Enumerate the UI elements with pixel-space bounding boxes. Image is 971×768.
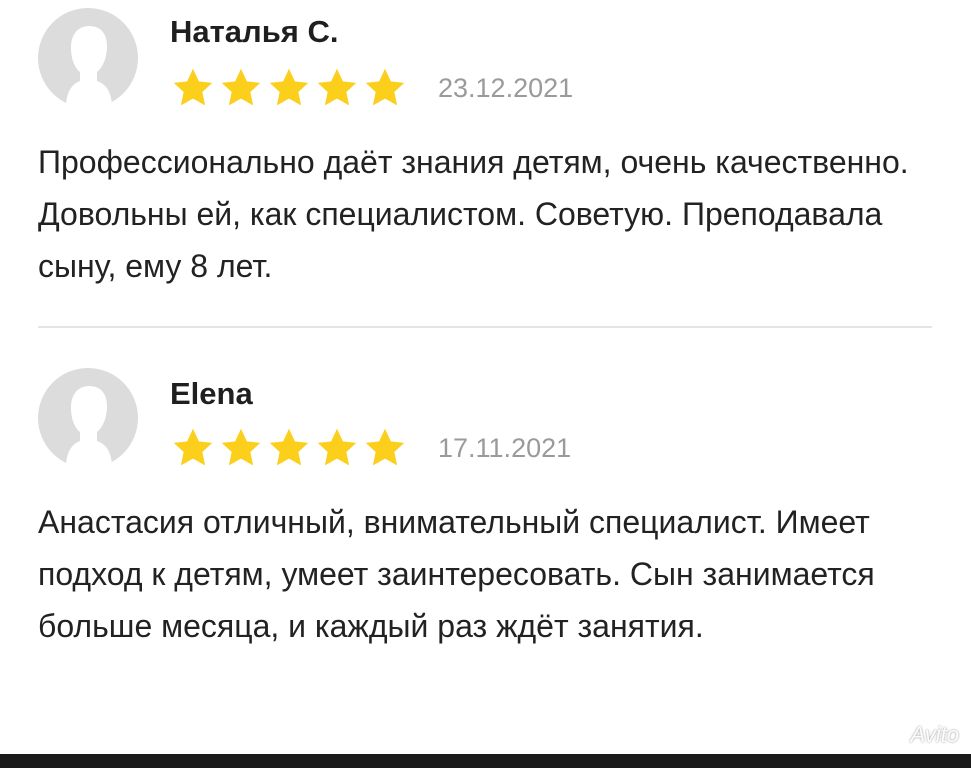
watermark: Avito <box>910 722 959 747</box>
star-icon <box>269 428 309 466</box>
star-icon <box>221 68 261 106</box>
rating-stars <box>170 426 408 470</box>
review-author: Elena <box>170 376 253 411</box>
review-date: 17.11.2021 <box>438 433 572 463</box>
rating-stars <box>170 66 408 110</box>
review-card: Наталья С. 23.12.2021 Профессионально да… <box>0 0 971 320</box>
review-text: Профессионально даёт знания детям, очень… <box>38 144 909 284</box>
user-avatar-icon <box>38 368 138 468</box>
star-icon <box>269 68 309 106</box>
review-date: 23.12.2021 <box>438 73 574 103</box>
star-icon <box>317 68 357 106</box>
user-avatar-icon <box>38 8 138 108</box>
star-icon <box>365 68 405 106</box>
review-author: Наталья С. <box>170 14 339 49</box>
review-divider <box>38 326 932 328</box>
review-card: Elena 17.11.2021 Анастасия отличный, вни… <box>0 360 971 720</box>
star-icon <box>317 428 357 466</box>
star-icon <box>221 428 261 466</box>
review-text: Анастасия отличный, внимательный специал… <box>38 504 875 644</box>
star-icon <box>173 68 213 106</box>
bottom-bar <box>0 754 971 768</box>
star-icon <box>173 428 213 466</box>
star-icon <box>365 428 405 466</box>
